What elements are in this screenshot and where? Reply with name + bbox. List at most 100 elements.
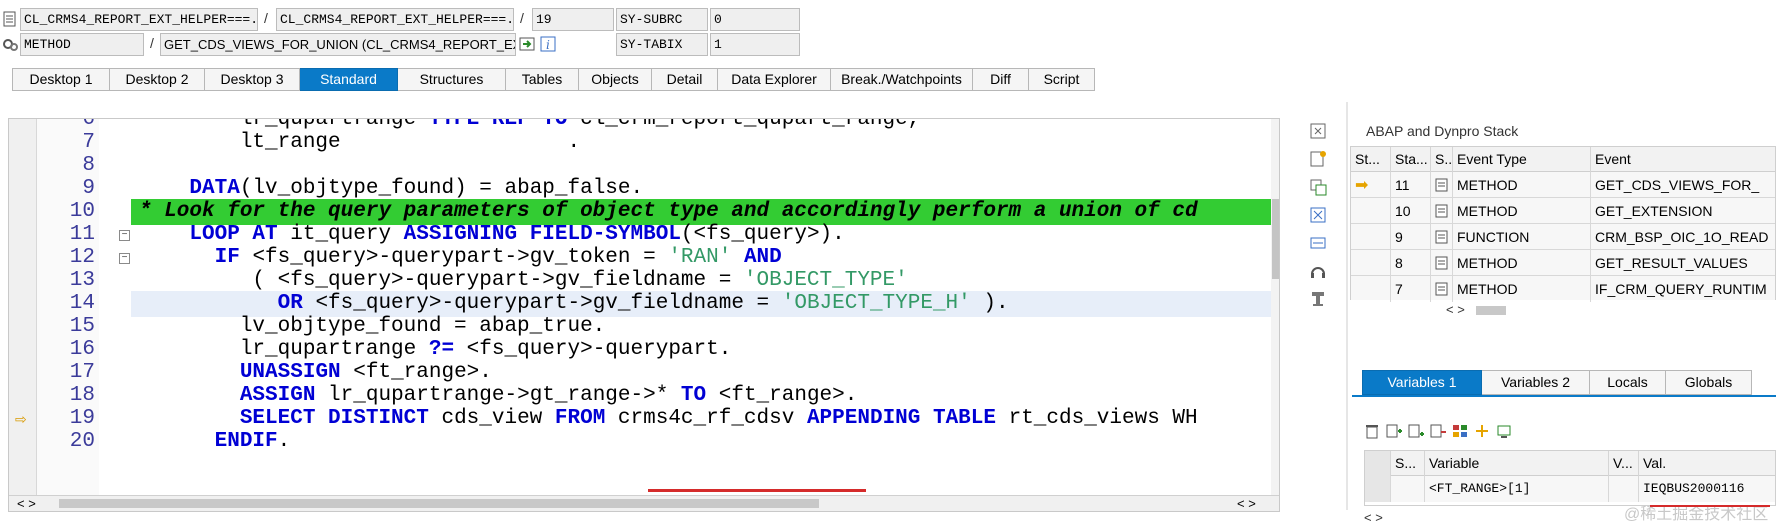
stack-event: GET_RESULT_VALUES xyxy=(1595,255,1748,271)
tab-variables-2[interactable]: Variables 2 xyxy=(1482,370,1590,395)
split-icon[interactable] xyxy=(1474,423,1490,439)
include-field[interactable]: CL_CRMS4_REPORT_EXT_HELPER===... xyxy=(276,8,514,31)
tab-tables[interactable]: Tables xyxy=(506,68,579,91)
delete-icon[interactable] xyxy=(1364,423,1380,439)
info-icon[interactable]: i xyxy=(540,36,556,52)
variables-horizontal-scrollbar[interactable]: < > xyxy=(1364,510,1383,528)
tab-desktop-2[interactable]: Desktop 2 xyxy=(110,68,205,91)
tab-script[interactable]: Script xyxy=(1029,68,1095,91)
document-icon xyxy=(2,11,18,27)
editor-vertical-thumb[interactable] xyxy=(1272,199,1279,279)
tab-breakpoints[interactable]: Break./Watchpoints xyxy=(831,68,973,91)
column-header[interactable]: St... xyxy=(1351,147,1391,172)
tab-detail[interactable]: Detail xyxy=(652,68,718,91)
stack-scroll-thumb[interactable] xyxy=(1476,306,1507,316)
event-name-field[interactable]: GET_CDS_VIEWS_FOR_UNION (CL_CRMS4_REPORT… xyxy=(160,33,516,56)
stack-row[interactable]: 10 METHOD GET_EXTENSION xyxy=(1351,198,1775,224)
grid-color-icon[interactable] xyxy=(1452,423,1468,439)
source-icon xyxy=(1431,224,1453,250)
collapse-icon[interactable]: − xyxy=(119,230,130,241)
stack-level: 8 xyxy=(1391,250,1431,276)
replace-tool-icon[interactable] xyxy=(1309,178,1327,196)
sysvar-name-field: SY-SUBRC xyxy=(616,8,708,31)
variables-grid-header: S... Variable V... Val. xyxy=(1365,451,1775,476)
stack-level: 9 xyxy=(1391,224,1431,250)
tab-data-explorer[interactable]: Data Explorer xyxy=(718,68,831,91)
stack-horizontal-scrollbar[interactable]: < > xyxy=(1446,302,1507,320)
scroll-left-right-icon[interactable]: < > xyxy=(17,496,36,511)
current-frame-arrow-icon: ➡ xyxy=(1351,172,1391,198)
display-icon[interactable] xyxy=(1496,423,1512,439)
tab-underline xyxy=(1352,395,1776,397)
tab-diff[interactable]: Diff xyxy=(973,68,1029,91)
editor-vertical-scrollbar[interactable] xyxy=(1271,119,1279,511)
slash-separator: / xyxy=(150,35,154,51)
column-header[interactable]: Variable xyxy=(1425,451,1609,476)
settings-tool-icon[interactable] xyxy=(1309,290,1327,308)
stack-row[interactable]: 7 METHOD IF_CRM_QUERY_RUNTIM xyxy=(1351,276,1775,302)
variables-grid: S... Variable V... Val. <FT_RANGE>[1] IE… xyxy=(1364,450,1776,506)
sysvar-value-field-2: 1 xyxy=(710,33,800,56)
stack-grid-header: St... Sta... S.. Event Type Event xyxy=(1351,147,1775,172)
close-view-icon[interactable] xyxy=(1309,122,1327,140)
goto-source-icon[interactable] xyxy=(519,36,535,52)
tab-desktop-3[interactable]: Desktop 3 xyxy=(205,68,300,91)
stack-level: 7 xyxy=(1391,276,1431,302)
red-annotation-mark xyxy=(1650,505,1770,507)
remove-row-icon[interactable] xyxy=(1430,423,1446,439)
column-header[interactable]: Val. xyxy=(1639,451,1776,476)
event-type-field: METHOD xyxy=(20,33,144,56)
scroll-left-right-icon[interactable]: < > xyxy=(1364,510,1383,525)
editor-horizontal-thumb[interactable] xyxy=(59,499,819,508)
tab-objects[interactable]: Objects xyxy=(579,68,652,91)
code-line: 20 ENDIF. xyxy=(9,429,1279,455)
tab-standard[interactable]: Standard xyxy=(300,68,398,91)
stack-event-type: METHOD xyxy=(1453,250,1591,276)
stack-row[interactable]: ➡ 11 METHOD GET_CDS_VIEWS_FOR_ xyxy=(1351,172,1775,198)
watermark: @稀土掘金技术社区 xyxy=(1624,506,1769,523)
column-header[interactable]: Event xyxy=(1591,147,1776,172)
scroll-left-right-icon[interactable]: < > xyxy=(1237,496,1256,511)
swap-tool-icon[interactable] xyxy=(1309,206,1327,224)
stack-event-type: METHOD xyxy=(1453,198,1591,224)
stack-event-type: METHOD xyxy=(1453,276,1591,302)
stack-grid: St... Sta... S.. Event Type Event ➡ 11 M… xyxy=(1350,146,1776,302)
tab-desktop-1[interactable]: Desktop 1 xyxy=(12,68,110,91)
stack-level: 11 xyxy=(1391,172,1431,198)
stack-row[interactable]: 8 METHOD GET_RESULT_VALUES xyxy=(1351,250,1775,276)
source-icon xyxy=(1431,276,1453,302)
editor-tool-strip xyxy=(1303,118,1329,318)
source-code-editor[interactable]: 6 lr_qupartrange TYPE REF TO cl_crm_repo… xyxy=(8,118,1280,512)
stack-row[interactable]: 9 FUNCTION CRM_BSP_OIC_1O_READ xyxy=(1351,224,1775,250)
tab-variables-1[interactable]: Variables 1 xyxy=(1362,370,1482,395)
stack-event: GET_CDS_VIEWS_FOR_ xyxy=(1595,177,1760,193)
new-tool-icon[interactable] xyxy=(1309,150,1327,168)
column-header[interactable]: S... xyxy=(1391,451,1425,476)
svg-text:i: i xyxy=(546,38,550,52)
append-row-icon[interactable] xyxy=(1408,423,1424,439)
tab-globals[interactable]: Globals xyxy=(1666,370,1752,395)
variable-name[interactable]: <FT_RANGE>[1] xyxy=(1425,476,1609,502)
collapse-icon[interactable]: − xyxy=(119,253,130,264)
splitter[interactable] xyxy=(1346,102,1348,510)
headset-icon[interactable] xyxy=(1309,262,1327,280)
stack-event: CRM_BSP_OIC_1O_READ xyxy=(1595,229,1769,245)
column-header[interactable]: V... xyxy=(1609,451,1639,476)
variable-row[interactable]: <FT_RANGE>[1] IEQBUS2000116 xyxy=(1365,476,1775,502)
column-header[interactable]: S.. xyxy=(1431,147,1453,172)
column-header[interactable]: Event Type xyxy=(1453,147,1591,172)
insert-row-icon[interactable] xyxy=(1386,423,1402,439)
stack-event-type: FUNCTION xyxy=(1453,224,1591,250)
line-field[interactable]: 19 xyxy=(532,8,614,31)
slash-separator: / xyxy=(264,10,268,26)
editor-horizontal-scrollbar[interactable]: < > < > xyxy=(9,495,1279,511)
program-field[interactable]: CL_CRMS4_REPORT_EXT_HELPER===... xyxy=(20,8,258,31)
code-text: ENDIF. xyxy=(214,430,291,453)
line-number: 20 xyxy=(69,430,95,453)
tab-structures[interactable]: Structures xyxy=(398,68,506,91)
scroll-left-right-icon[interactable]: < > xyxy=(1446,302,1465,317)
tab-locals[interactable]: Locals xyxy=(1590,370,1666,395)
variable-value[interactable]: IEQBUS2000116 xyxy=(1639,476,1776,502)
column-header[interactable]: Sta... xyxy=(1391,147,1431,172)
maximize-icon[interactable] xyxy=(1309,234,1327,252)
